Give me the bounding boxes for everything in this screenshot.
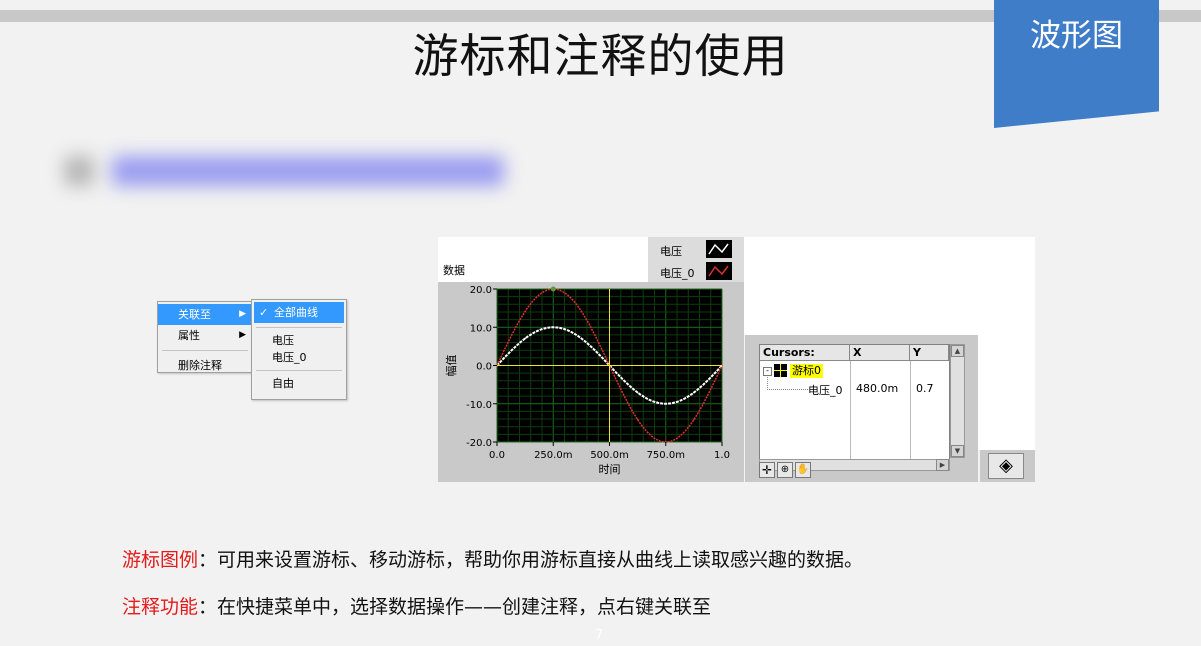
y-tick-label: 0.0 — [476, 362, 492, 373]
submenu-item-all-plots[interactable]: ✓ 全部曲线 — [254, 302, 344, 323]
y-tick-label: 10.0 — [470, 323, 492, 334]
desc-text-cursor: ：可用来设置游标、移动游标，帮助你用游标直接从曲线上读取感兴趣的数据。 — [198, 549, 864, 571]
menu-item-associate[interactable]: 关联至 ▶ — [158, 304, 252, 325]
series-point-voltage0 — [524, 310, 526, 313]
tree-collapse-icon[interactable]: - — [763, 367, 772, 376]
series-point-voltage — [524, 337, 526, 340]
plot-swatch-white-icon[interactable] — [706, 240, 732, 258]
series-point-voltage — [664, 402, 667, 405]
series-point-voltage0 — [693, 418, 695, 421]
submenu-item-all-plots-label: 全部曲线 — [274, 306, 318, 319]
submenu-item-free[interactable]: 自由 — [252, 375, 346, 392]
series-point-voltage0 — [636, 418, 639, 421]
graph-right-lower — [978, 335, 1035, 450]
submenu-item-voltage[interactable]: 电压 — [252, 332, 346, 349]
submenu-item-voltage0-label: 电压_0 — [272, 351, 307, 364]
cursor-crosshair-icon — [774, 364, 787, 377]
page-number: 7 — [595, 628, 604, 643]
series-point-voltage — [580, 337, 583, 340]
menu-item-properties-label: 属性 — [178, 329, 200, 342]
cursor-col-header-x: X — [850, 345, 910, 361]
tree-connector — [767, 377, 808, 390]
col-divider — [850, 361, 851, 459]
legend-row-voltage0[interactable]: 电压_0 — [648, 260, 744, 282]
plot-swatch-red-icon[interactable] — [706, 262, 732, 280]
cursor-col-header-y: Y — [910, 345, 949, 361]
series-point-voltage — [693, 391, 695, 394]
graph-label-area — [438, 237, 648, 282]
menu-item-delete-label: 删除注释 — [178, 359, 222, 372]
x-tick-label: 1.0 — [714, 450, 730, 461]
vertical-scrollbar[interactable]: ▲ ▼ — [950, 344, 965, 458]
scroll-down-icon[interactable]: ▼ — [951, 445, 964, 457]
series-point-voltage — [636, 391, 639, 394]
x-axis-label: 时间 — [599, 463, 621, 476]
context-menu: 关联至 ▶ 属性 ▶ 删除注释 — [157, 301, 253, 373]
description-cursor-legend: 游标图例：可用来设置游标、移动游标，帮助你用游标直接从曲线上读取感兴趣的数据。 — [122, 545, 863, 572]
pan-hand-icon[interactable]: ✋ — [795, 462, 811, 478]
menu-item-properties[interactable]: 属性 ▶ — [158, 325, 252, 346]
submenu-item-voltage0[interactable]: 电压_0 — [252, 349, 346, 366]
cursor-row-plot-name: 电压_0 — [808, 384, 843, 397]
blurred-subtitle — [64, 150, 504, 192]
blurred-text — [112, 156, 504, 186]
desc-key-cursor: 游标图例 — [122, 549, 199, 571]
waveform-graph: 20.0 10.0 0.0 -10.0 -20.0 0.0 250.0m 500.0m 750.… — [438, 282, 744, 482]
cursor-move-diamond-icon[interactable]: ◈ — [988, 453, 1024, 479]
submenu-arrow-icon: ▶ — [239, 330, 246, 340]
legend-wave-white — [708, 243, 729, 255]
blurred-bullet — [64, 156, 94, 186]
legend-label-voltage0: 电压_0 — [660, 267, 695, 280]
x-tick-label: 500.0m — [590, 450, 628, 461]
scroll-up-icon[interactable]: ▲ — [951, 345, 964, 357]
annotation-marker — [550, 286, 556, 292]
menu-item-associate-label: 关联至 — [178, 308, 211, 321]
submenu-arrow-icon: ▶ — [239, 309, 246, 319]
submenu-item-voltage-label: 电压 — [272, 334, 294, 347]
menu-separator — [256, 327, 342, 328]
y-axis-label: 幅值 — [445, 355, 458, 377]
cursor-navigation: ◈ — [980, 450, 1035, 482]
x-tick-label: 750.0m — [647, 450, 685, 461]
plot-legend[interactable]: 电压 电压_0 — [648, 237, 744, 282]
legend-wave-red — [708, 265, 729, 277]
menu-separator — [256, 370, 342, 371]
y-tick-label: 20.0 — [470, 285, 492, 296]
cursor-tools: ✛ ⊕ ✋ — [759, 462, 819, 480]
cursor-row-x-value: 480.0m — [856, 382, 899, 395]
cursor-name-label[interactable]: 游标0 — [790, 364, 823, 378]
submenu-item-free-label: 自由 — [272, 377, 294, 390]
description-annotation: 注释功能：在快捷菜单中，选择数据操作——创建注释，点右键关联至 — [122, 592, 711, 619]
cursor-legend-table: Cursors: X Y - 游标0 电压_0 480.0m 0.7 — [759, 344, 950, 460]
desc-text-annotation: ：在快捷菜单中，选择数据操作——创建注释，点右键关联至 — [198, 596, 712, 618]
legend-row-voltage[interactable]: 电压 — [648, 238, 744, 260]
crosshair-glyph — [774, 364, 787, 377]
desc-key-annotation: 注释功能 — [122, 596, 199, 618]
section-tag-label: 波形图 — [1030, 18, 1123, 54]
scroll-right-icon[interactable]: ▶ — [936, 459, 949, 471]
menu-item-delete-annotation[interactable]: 删除注释 — [158, 355, 252, 376]
cursor-col-header-name: Cursors: — [760, 345, 850, 361]
cursor-move-icon[interactable]: ✛ — [759, 462, 775, 478]
series-point-voltage — [552, 326, 555, 329]
section-tag: 波形图 — [994, 0, 1159, 128]
x-tick-label: 0.0 — [489, 450, 505, 461]
menu-separator — [162, 350, 248, 351]
cursor-row-y-value: 0.7 — [916, 382, 934, 395]
y-tick-label: -10.0 — [466, 400, 492, 411]
zoom-tool-icon[interactable]: ⊕ — [777, 462, 793, 478]
check-icon: ✓ — [259, 306, 269, 319]
submenu: ✓ 全部曲线 电压 电压_0 自由 — [251, 299, 347, 400]
x-tick-label: 250.0m — [534, 450, 572, 461]
y-tick-label: -20.0 — [466, 438, 492, 449]
waveform-plot-svg: 20.010.00.0-10.0-20.00.0 250.0m 500.0m 750.… — [445, 285, 730, 476]
legend-label-voltage: 电压 — [660, 245, 682, 258]
series-point-voltage0 — [580, 310, 583, 313]
col-divider — [910, 361, 911, 459]
graph-data-label: 数据 — [443, 264, 465, 277]
cursor-legend-panel: Cursors: X Y - 游标0 电压_0 480.0m 0.7 ▲ ▼ ▶… — [745, 335, 978, 482]
graph-right-area — [744, 237, 1035, 335]
